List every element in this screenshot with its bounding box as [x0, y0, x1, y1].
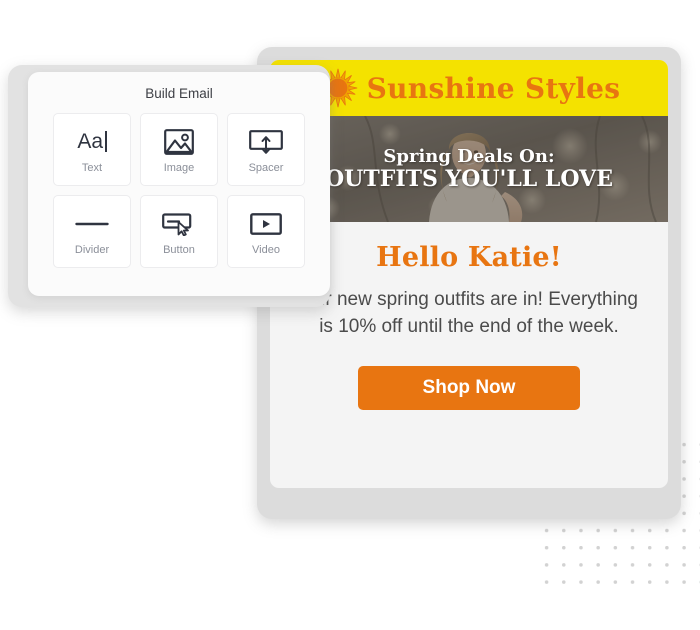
widget-label-button: Button — [163, 243, 195, 256]
hero-headline-line1: Spring Deals On: — [383, 145, 555, 167]
spacer-icon — [243, 126, 289, 158]
widget-tile-text[interactable]: Aa Text — [53, 113, 131, 186]
panel-title: Build Email — [145, 86, 213, 101]
build-email-panel: Build Email Aa Text Image Spacer Divider… — [28, 72, 330, 296]
email-body-copy: Our new spring outfits are in! Everythin… — [300, 289, 638, 337]
hero-headline-line2: OUTFITS YOU'LL LOVE — [324, 165, 614, 192]
widget-grid: Aa Text Image Spacer Divider Button Vide… — [28, 113, 330, 268]
widget-tile-video[interactable]: Video — [227, 195, 305, 268]
email-greeting: Hello Katie! — [376, 242, 562, 273]
widget-tile-divider[interactable]: Divider — [53, 195, 131, 268]
widget-label-image: Image — [163, 161, 195, 174]
widget-tile-button[interactable]: Button — [140, 195, 218, 268]
widget-label-video: Video — [252, 243, 280, 256]
screenshot-stage: Sunshine Styles Spring Deals On: OUTFITS… — [0, 0, 700, 630]
button-cursor-icon — [156, 208, 202, 240]
divider-icon — [69, 208, 115, 240]
brand-name: Sunshine Styles — [366, 71, 621, 105]
text-aa-icon: Aa — [69, 126, 115, 158]
widget-label-divider: Divider — [74, 243, 110, 256]
shop-now-button[interactable]: Shop Now — [358, 366, 580, 411]
widget-label-text: Text — [81, 161, 103, 174]
video-play-icon — [243, 208, 289, 240]
widget-tile-image[interactable]: Image — [140, 113, 218, 186]
widget-label-spacer: Spacer — [248, 161, 284, 174]
widget-tile-spacer[interactable]: Spacer — [227, 113, 305, 186]
image-icon — [156, 126, 202, 158]
